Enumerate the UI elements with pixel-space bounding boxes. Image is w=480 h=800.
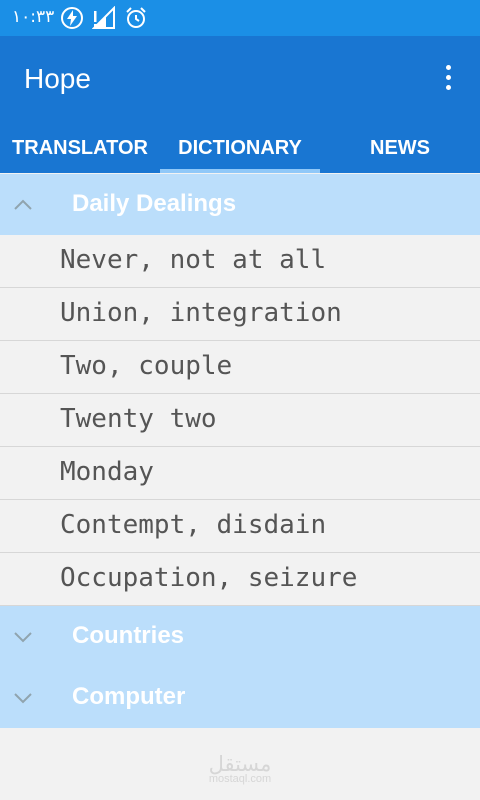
tab-dictionary[interactable]: DICTIONARY xyxy=(160,128,320,173)
list-item[interactable]: Occupation, seizure xyxy=(0,553,480,606)
watermark-url: mostaql.com xyxy=(208,773,272,785)
signal-icon xyxy=(91,5,116,30)
list-item[interactable]: Monday xyxy=(0,447,480,500)
tab-translator[interactable]: TRANSLATOR xyxy=(0,128,160,173)
item-label: Two, couple xyxy=(60,351,233,381)
item-label: Contempt, disdain xyxy=(60,510,327,540)
item-label: Never, not at all xyxy=(60,245,327,275)
watermark-logo: مستقل xyxy=(208,752,272,776)
group-header-countries[interactable]: Countries xyxy=(0,606,480,667)
group-header-daily-dealings[interactable]: Daily Dealings xyxy=(0,174,480,235)
more-vert-icon[interactable] xyxy=(438,65,458,95)
chevron-up-icon xyxy=(14,196,32,214)
watermark: مستقل mostaql.com xyxy=(205,752,275,786)
group-label: Daily Dealings xyxy=(72,190,237,217)
item-label: Union, integration xyxy=(60,298,342,328)
status-bar: ١٠:٣٣ xyxy=(0,0,480,36)
list-item[interactable]: Twenty two xyxy=(0,394,480,447)
item-label: Monday xyxy=(60,457,154,487)
list-item[interactable]: Contempt, disdain xyxy=(0,500,480,553)
status-time: ١٠:٣٣ xyxy=(12,7,55,27)
battery-charging-icon xyxy=(60,6,84,30)
item-label: Twenty two xyxy=(60,404,217,434)
chevron-down-icon xyxy=(14,689,32,707)
app-bar: Hope TRANSLATOR DICTIONARY NEWS xyxy=(0,36,480,173)
list-item[interactable]: Two, couple xyxy=(0,341,480,394)
list-item[interactable]: Never, not at all xyxy=(0,235,480,288)
group-label: Computer xyxy=(72,683,186,710)
tab-indicator xyxy=(160,169,320,173)
group-label: Countries xyxy=(72,622,185,649)
chevron-down-icon xyxy=(14,628,32,646)
list-item[interactable]: Union, integration xyxy=(0,288,480,341)
tab-news[interactable]: NEWS xyxy=(320,128,480,173)
group-header-computer[interactable]: Computer xyxy=(0,667,480,728)
item-label: Occupation, seizure xyxy=(60,563,358,593)
tab-bar: TRANSLATOR DICTIONARY NEWS xyxy=(0,128,480,173)
alarm-icon xyxy=(124,6,148,30)
app-title: Hope xyxy=(24,63,91,94)
